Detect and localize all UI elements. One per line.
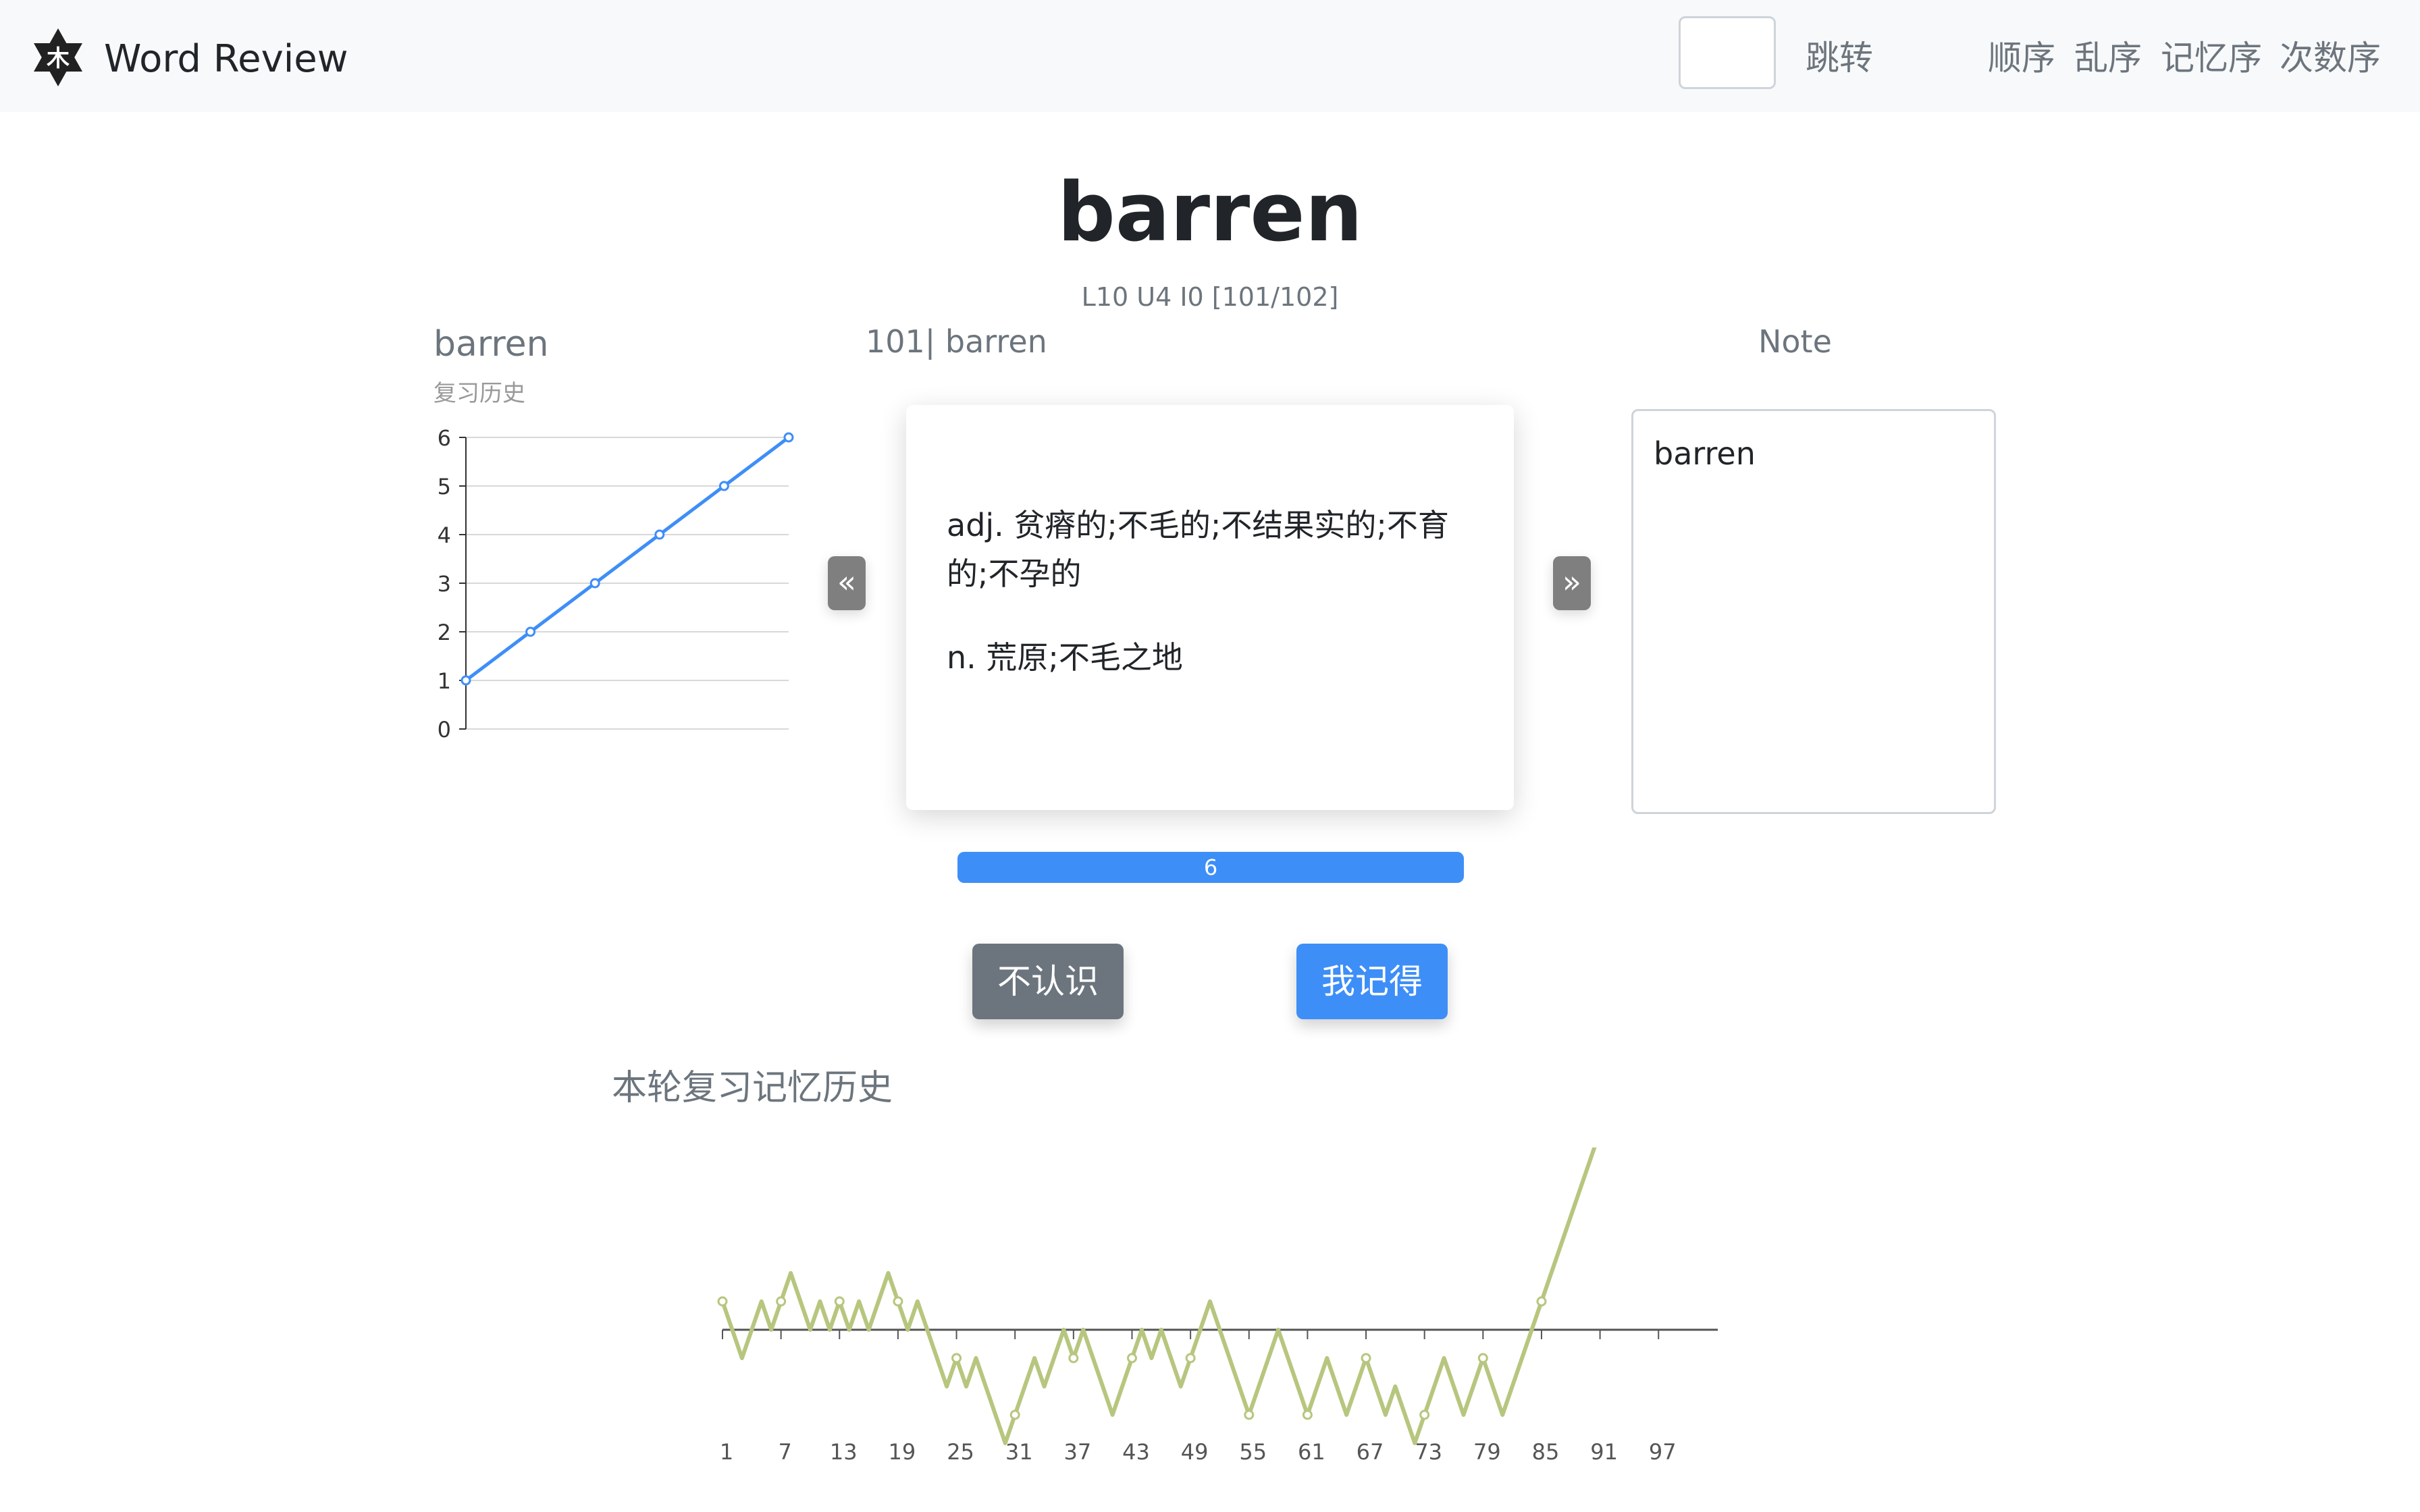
prev-button[interactable]: « [828, 556, 866, 610]
y-tick-label: 4 [438, 522, 451, 548]
review-point [525, 626, 536, 637]
x-tick-label: 79 [1473, 1439, 1501, 1465]
unknown-button[interactable]: 不认识 [972, 944, 1124, 1019]
word-meta: L10 U4 I0 [101/102] [1081, 282, 1339, 312]
round-history-title: 本轮复习记忆历史 [612, 1068, 893, 1108]
y-tick-label: 1 [438, 668, 451, 694]
note-textarea[interactable]: barren [1631, 409, 1996, 814]
y-tick-label: 3 [438, 571, 451, 597]
history-subtitle: 复习历史 [433, 380, 525, 407]
y-tick-label: 6 [438, 425, 451, 451]
x-tick-label: 13 [830, 1439, 858, 1465]
brand-logo-icon[interactable]: 木 [31, 27, 85, 88]
memory-point [717, 1296, 728, 1307]
svg-text:木: 木 [46, 45, 70, 72]
x-tick-label: 91 [1590, 1439, 1618, 1465]
review-point [718, 481, 729, 491]
review-history-chart: 0 1 2 3 4 5 6 [438, 425, 794, 742]
review-point [654, 529, 665, 540]
x-tick-label: 37 [1063, 1439, 1091, 1465]
history-word: barren [433, 324, 549, 364]
x-tick-label: 1 [720, 1439, 733, 1465]
nav-count-order[interactable]: 次数序 [2280, 31, 2381, 85]
memory-point [1361, 1353, 1371, 1364]
y-tick-label: 2 [438, 620, 451, 645]
x-tick-label: 97 [1649, 1439, 1677, 1465]
round-history-chart: 1 7 13 19 25 31 37 43 49 55 61 67 73 79 85 91 97 [717, 1148, 1718, 1465]
remember-button[interactable]: 我记得 [1296, 944, 1448, 1019]
x-tick-label: 49 [1181, 1439, 1209, 1465]
definition-card[interactable]: adj. 贫瘠的;不毛的;不结果实的;不育的;不孕的 n. 荒原;不毛之地 [906, 405, 1514, 810]
x-tick-label: 7 [778, 1439, 791, 1465]
review-point [589, 578, 600, 589]
memory-point [951, 1353, 962, 1364]
memory-point [893, 1296, 903, 1307]
word-title: barren [1057, 166, 1363, 260]
card-header: 101| barren [866, 323, 1047, 360]
memory-point [1302, 1409, 1313, 1420]
x-tick-label: 73 [1415, 1439, 1442, 1465]
nav-memory-order[interactable]: 记忆序 [2161, 31, 2262, 85]
memory-point [834, 1296, 845, 1307]
progress-bar-fill: 6 [957, 852, 1464, 883]
memory-point [1419, 1409, 1430, 1420]
x-tick-label: 19 [889, 1439, 916, 1465]
nav-sequential[interactable]: 顺序 [1988, 31, 2055, 85]
memory-point [1126, 1353, 1137, 1364]
memory-point [1536, 1296, 1547, 1307]
memory-point [1009, 1409, 1020, 1420]
memory-point [1244, 1409, 1255, 1420]
x-tick-label: 85 [1532, 1439, 1560, 1465]
memory-point [776, 1296, 787, 1307]
jump-link[interactable]: 跳转 [1806, 31, 1873, 85]
brand-name[interactable]: Word Review [104, 32, 348, 86]
review-point [783, 432, 794, 443]
next-button[interactable]: » [1553, 556, 1591, 610]
memory-point [1185, 1353, 1196, 1364]
note-label: Note [1758, 323, 1832, 360]
x-tick-label: 43 [1122, 1439, 1150, 1465]
x-tick-label: 25 [947, 1439, 974, 1465]
x-tick-label: 55 [1239, 1439, 1267, 1465]
definition-noun: n. 荒原;不毛之地 [947, 639, 1183, 676]
definition-adj: adj. 贫瘠的;不毛的;不结果实的;不育的;不孕的 [947, 507, 1449, 592]
navbar [0, 0, 2420, 112]
y-tick-label: 5 [438, 474, 451, 500]
nav-random[interactable]: 乱序 [2074, 31, 2142, 85]
memory-point [1068, 1353, 1079, 1364]
memory-point [1477, 1353, 1488, 1364]
memory-line [720, 1148, 1597, 1445]
x-tick-label: 67 [1357, 1439, 1384, 1465]
jump-input[interactable] [1679, 16, 1776, 89]
x-tick-label: 61 [1298, 1439, 1325, 1465]
x-tick-label: 31 [1005, 1439, 1033, 1465]
review-point [461, 675, 471, 686]
review-progress: 6 [957, 852, 1464, 883]
review-line [465, 436, 790, 682]
y-tick-label: 0 [438, 717, 451, 742]
